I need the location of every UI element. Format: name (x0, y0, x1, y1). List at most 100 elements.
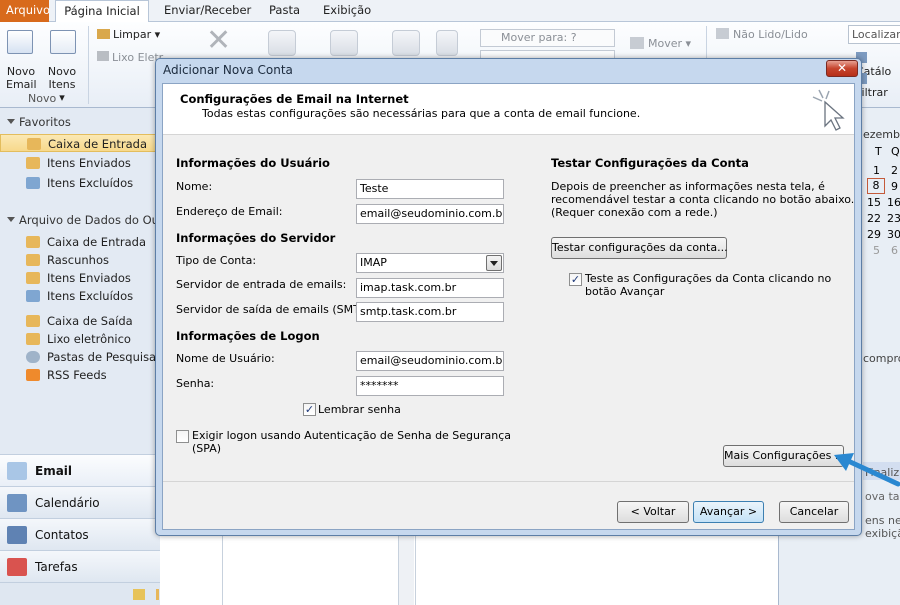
incoming-server-field[interactable]: imap.task.com.br (356, 278, 504, 298)
calendar-icon (7, 494, 27, 512)
calendar-day[interactable]: 15 (867, 196, 881, 209)
folder-label: Itens Enviados (47, 271, 131, 285)
clean-button[interactable]: Limpar ▾ (97, 28, 160, 41)
tab-home[interactable]: Página Inicial (55, 0, 149, 23)
broom-icon (97, 29, 110, 39)
folder-label: Itens Excluídos (47, 289, 134, 303)
password-field[interactable]: ******* (356, 376, 504, 396)
annotation-arrow-icon (834, 453, 900, 487)
contacts-icon (7, 526, 27, 544)
outgoing-server-label: Servidor de saída de emails (SMTP): (176, 303, 375, 316)
test-on-next-checkbox[interactable]: ✓ (569, 273, 582, 286)
tab-folder[interactable]: Pasta (261, 0, 308, 22)
spa-label[interactable]: Exigir logon usando Autenticação de Senh… (192, 429, 511, 442)
tab-view[interactable]: Exibição (315, 0, 379, 22)
account-type-select[interactable]: IMAP (356, 253, 504, 273)
email-field[interactable]: email@seudominio.com.br (356, 204, 504, 224)
move-icon (630, 37, 644, 49)
calendar-day[interactable]: 16 (887, 196, 900, 209)
next-button[interactable]: Avançar > (693, 501, 764, 523)
folder-label: Caixa de Entrada (47, 235, 146, 249)
folder-label: RSS Feeds (47, 368, 107, 382)
remember-password-checkbox[interactable]: ✓ (303, 403, 316, 416)
nav-contacts[interactable]: Contatos (0, 518, 160, 550)
password-label: Senha: (176, 377, 215, 390)
reply-icon[interactable] (268, 30, 296, 56)
tab-send-receive[interactable]: Enviar/Receber (156, 0, 259, 22)
folder-inbox[interactable]: Caixa de Entrada (0, 233, 160, 251)
group-label-novo: Novo (28, 92, 57, 105)
dialog-header: Configurações de Email na Internet Todas… (163, 84, 854, 135)
calendar-day[interactable]: 9 (891, 180, 898, 193)
new-email-button[interactable]: Novo Email (6, 65, 37, 91)
divider (163, 481, 854, 482)
account-type-label: Tipo de Conta: (176, 254, 257, 267)
filter-email-button[interactable]: Filtrar (856, 73, 900, 99)
calendar-day[interactable]: 23 (887, 212, 900, 225)
calendar-day[interactable]: 1 (873, 164, 880, 177)
nav-contacts-label: Contatos (35, 528, 89, 542)
notes-icon[interactable] (133, 589, 145, 600)
calendar-day[interactable]: 5 (873, 244, 880, 257)
move-button[interactable]: Mover ▾ (630, 37, 691, 50)
nav-calendar[interactable]: Calendário (0, 486, 160, 518)
unread-read-button[interactable]: Não Lido/Lido (716, 28, 808, 41)
fav-inbox[interactable]: Caixa de Entrada (0, 134, 160, 152)
favorites-header[interactable]: Favoritos (0, 112, 160, 132)
chevron-down-icon[interactable] (486, 255, 502, 271)
calendar-day[interactable]: 22 (867, 212, 881, 225)
folder-icon[interactable] (156, 589, 159, 600)
more-respond-icon[interactable] (436, 30, 458, 56)
inbox-icon (27, 138, 41, 150)
spa-checkbox[interactable] (176, 430, 189, 443)
test-description-3: (Requer conexão com a rede.) (551, 206, 718, 219)
remember-password-label[interactable]: Lembrar senha (318, 403, 401, 416)
delete-x-icon[interactable]: ✕ (206, 26, 231, 56)
data-file-header[interactable]: Arquivo de Dados do Outlook (0, 210, 160, 230)
forward-icon[interactable] (392, 30, 420, 56)
outgoing-server-field[interactable]: smtp.task.com.br (356, 302, 504, 322)
fav-sent[interactable]: Itens Enviados (0, 154, 160, 172)
username-field[interactable]: email@seudominio.com.br (356, 351, 504, 371)
folder-outbox[interactable]: Caixa de Saída (0, 312, 160, 330)
new-email-label-2: Email (6, 78, 37, 91)
folder-search[interactable]: Pastas de Pesquisa (0, 348, 160, 366)
header-subtitle: Todas estas configurações são necessária… (202, 107, 641, 120)
nav-tasks-label: Tarefas (35, 560, 78, 574)
calendar-month-label: ezembr (863, 128, 900, 141)
folder-deleted[interactable]: Itens Excluídos (0, 287, 160, 305)
cursor-sparkle-icon (812, 89, 845, 131)
appointments-text: compro (863, 352, 900, 365)
calendar-day[interactable]: 29 (867, 228, 881, 241)
tasks-icon (7, 558, 27, 576)
folder-rss[interactable]: RSS Feeds (0, 366, 160, 384)
back-button[interactable]: < Voltar (617, 501, 689, 523)
tab-file[interactable]: Arquivo (0, 0, 50, 22)
drafts-icon (26, 254, 40, 266)
find-contact-input[interactable]: Localizar (848, 25, 900, 44)
calendar-day[interactable]: 30 (887, 228, 900, 241)
clean-label: Limpar ▾ (113, 28, 161, 41)
name-field[interactable]: Teste (356, 179, 504, 199)
spa-label-2[interactable]: (SPA) (192, 442, 221, 455)
test-on-next-label[interactable]: Teste as Configurações da Conta clicando… (585, 272, 831, 285)
trash-icon (26, 177, 40, 189)
new-email-icon (7, 30, 33, 54)
calendar-today[interactable]: 8 (867, 178, 885, 194)
folder-junk[interactable]: Lixo eletrônico (0, 330, 160, 348)
nav-email[interactable]: Email (0, 454, 160, 486)
folder-sent[interactable]: Itens Enviados (0, 269, 160, 287)
header-title: Configurações de Email na Internet (180, 92, 409, 106)
calendar-day[interactable]: 6 (891, 244, 898, 257)
cancel-button[interactable]: Cancelar (779, 501, 849, 523)
more-settings-button[interactable]: Mais Configurações ... (723, 445, 845, 467)
calendar-day[interactable]: 2 (891, 164, 898, 177)
test-on-next-label-2[interactable]: botão Avançar (585, 285, 664, 298)
folder-drafts[interactable]: Rascunhos (0, 251, 160, 269)
test-account-button[interactable]: Testar configurações da conta... (551, 237, 728, 259)
reply-all-icon[interactable] (330, 30, 358, 56)
fav-deleted[interactable]: Itens Excluídos (0, 174, 160, 192)
close-button[interactable]: ✕ (826, 60, 858, 77)
move-to-quickstep[interactable]: Mover para: ? (480, 29, 615, 47)
nav-tasks[interactable]: Tarefas (0, 550, 160, 582)
